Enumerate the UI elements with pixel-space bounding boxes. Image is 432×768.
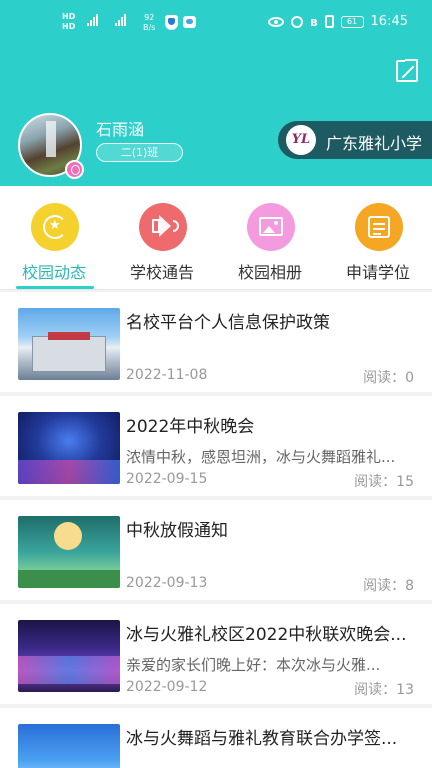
news-title: 2022年中秋晚会 [126, 417, 255, 437]
news-thumbnail [18, 412, 120, 484]
avatar-badge-icon [65, 160, 84, 179]
news-read-count: 阅读：15 [354, 474, 414, 490]
profile-header: HD HD 92 B/s ʙ 61 16:45 石雨涵 二(1)班 YL 广东雅礼… [0, 0, 432, 186]
cloud-app-icon [183, 16, 196, 28]
news-read-count: 阅读：8 [363, 578, 414, 594]
security-shield-icon [165, 15, 178, 30]
news-thumbnail [18, 620, 120, 692]
eye-comfort-icon [267, 16, 284, 27]
net-speed-unit: B/s [143, 23, 156, 32]
net-speed-value: 92 [144, 13, 155, 22]
nav-campus-album[interactable]: 校园相册 [222, 186, 318, 290]
nav-campus-news[interactable]: ★ 校园动态 [6, 186, 102, 290]
news-item[interactable]: 冰与火雅礼校区2022中秋联欢晚会... 亲爱的家长们晚上好：本次冰与火雅...… [0, 604, 432, 704]
nav-school-notice[interactable]: 学校通告 [114, 186, 210, 290]
share-icon[interactable] [396, 59, 418, 82]
signal-icon-1 [87, 14, 98, 26]
status-bar: HD HD 92 B/s ʙ 61 16:45 [0, 0, 432, 50]
school-logo-icon: YL [286, 125, 316, 155]
news-title: 冰与火雅礼校区2022中秋联欢晚会... [126, 625, 407, 645]
news-item[interactable]: 名校平台个人信息保护政策 2022-11-08 阅读：0 [0, 292, 432, 392]
form-icon [355, 203, 403, 251]
news-read-count: 阅读：13 [354, 682, 414, 698]
news-title: 中秋放假通知 [126, 521, 228, 541]
nav-label: 校园动态 [21, 263, 86, 282]
star-refresh-icon: ★ [31, 203, 79, 251]
school-name: 广东雅礼小学 [326, 134, 423, 153]
nav-apply-enrollment[interactable]: 申请学位 [330, 186, 426, 290]
hd-indicator: HD HD [62, 12, 76, 31]
vibrate-icon [324, 15, 334, 28]
news-item[interactable]: 2022年中秋晚会 浓情中秋，感恩坦洲，冰与火舞蹈雅礼... 2022-09-1… [0, 396, 432, 496]
user-name: 石雨涵 [96, 120, 145, 139]
news-date: 2022-09-15 [126, 471, 208, 487]
photo-icon [247, 203, 295, 251]
news-thumbnail [18, 724, 120, 768]
nav-label: 校园相册 [237, 263, 302, 282]
megaphone-icon [139, 203, 187, 251]
news-item[interactable]: 中秋放假通知 2022-09-13 阅读：8 [0, 500, 432, 600]
net-speed: 92 B/s [143, 13, 155, 33]
signal-icon-2 [115, 14, 126, 26]
news-read-count: 阅读：0 [363, 370, 414, 386]
alarm-icon [290, 15, 303, 28]
nav-label: 学校通告 [129, 263, 194, 282]
clock-time: 16:45 [370, 14, 408, 29]
class-badge: 二(1)班 [96, 143, 183, 162]
news-summary: 浓情中秋，感恩坦洲，冰与火舞蹈雅礼... [126, 448, 396, 466]
quick-nav: ★ 校园动态 学校通告 校园相册 申请学位 [0, 186, 432, 290]
news-title: 名校平台个人信息保护政策 [126, 313, 330, 333]
school-switch-button[interactable]: YL 广东雅礼小学 [278, 121, 432, 159]
nav-label: 申请学位 [345, 263, 410, 282]
news-item[interactable]: 冰与火舞蹈与雅礼教育联合办学签... [0, 708, 432, 768]
news-thumbnail [18, 516, 120, 588]
news-thumbnail [18, 308, 120, 380]
news-date: 2022-09-12 [126, 679, 208, 695]
news-date: 2022-11-08 [126, 367, 208, 383]
news-title: 冰与火舞蹈与雅礼教育联合办学签... [126, 729, 398, 749]
status-right: ʙ 61 16:45 [267, 14, 408, 29]
battery-icon: 61 [340, 15, 364, 28]
news-date: 2022-09-13 [126, 575, 208, 591]
news-summary: 亲爱的家长们晚上好：本次冰与火雅... [126, 656, 381, 674]
active-tab-indicator [16, 286, 94, 289]
bluetooth-icon: ʙ [309, 14, 318, 29]
